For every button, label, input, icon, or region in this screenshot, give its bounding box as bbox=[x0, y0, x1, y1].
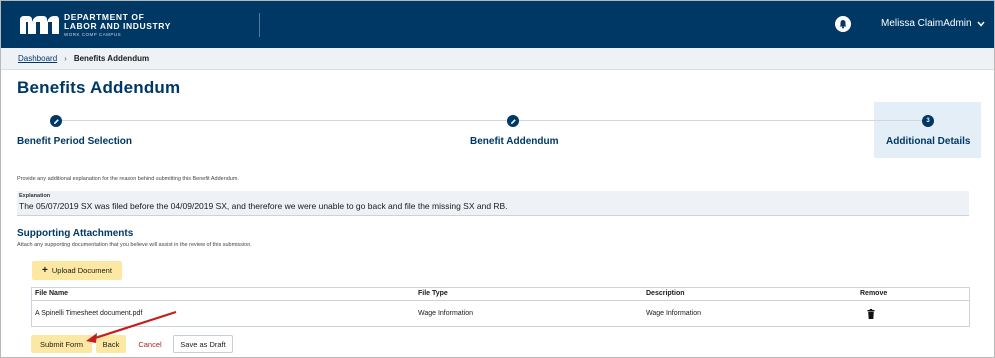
step-number-badge: 3 bbox=[922, 115, 934, 127]
header-divider bbox=[259, 13, 260, 37]
breadcrumb-current: Benefits Addendum bbox=[73, 54, 150, 63]
breadcrumb: Dashboard › Benefits Addendum bbox=[1, 48, 994, 70]
table-header: File Name File Type Description Remove bbox=[32, 288, 969, 301]
logo-line-2: LABOR AND INDUSTRY bbox=[64, 21, 171, 32]
supporting-attachments-title: Supporting Attachments bbox=[17, 228, 134, 239]
attachments-table: File Name File Type Description Remove A… bbox=[31, 287, 970, 327]
current-step-highlight bbox=[874, 102, 981, 158]
step-benefit-addendum[interactable]: Benefit Addendum bbox=[470, 136, 559, 147]
user-menu[interactable]: Melissa ClaimAdmin bbox=[881, 18, 985, 29]
top-navigation-bar: DEPARTMENT OF LABOR AND INDUSTRY WORK CO… bbox=[1, 1, 994, 48]
logo-line-1: DEPARTMENT OF bbox=[64, 11, 145, 22]
save-as-draft-button[interactable]: Save as Draft bbox=[173, 335, 233, 353]
chevron-down-icon bbox=[977, 21, 985, 27]
column-header-file-type: File Type bbox=[418, 290, 448, 297]
cell-file-type: Wage Information bbox=[418, 310, 473, 317]
logo-line-3: WORK COMP CAMPUS bbox=[64, 31, 122, 37]
supporting-attachments-subtitle: Attach any supporting documentation that… bbox=[17, 242, 252, 248]
user-name: Melissa ClaimAdmin bbox=[881, 18, 972, 29]
step-additional-details: Additional Details bbox=[886, 136, 971, 147]
cell-description: Wage Information bbox=[646, 310, 701, 317]
column-header-remove: Remove bbox=[860, 290, 888, 297]
trash-icon[interactable] bbox=[867, 309, 875, 319]
column-header-description: Description bbox=[646, 290, 685, 297]
breadcrumb-dashboard-link[interactable]: Dashboard bbox=[18, 54, 57, 63]
cell-file-name: A Spinelli Timesheet document.pdf bbox=[35, 310, 143, 317]
bell-icon[interactable] bbox=[835, 16, 851, 32]
pencil-icon[interactable] bbox=[50, 115, 62, 127]
pencil-icon[interactable] bbox=[507, 115, 519, 127]
upload-document-label: Upload Document bbox=[51, 266, 112, 275]
explanation-field[interactable]: Explanation The 05/07/2019 SX was filed … bbox=[17, 191, 969, 216]
breadcrumb-separator: › bbox=[64, 54, 67, 63]
plus-icon: + bbox=[42, 265, 48, 276]
stepper-line bbox=[56, 120, 926, 121]
upload-document-button[interactable]: + Upload Document bbox=[32, 261, 122, 280]
progress-stepper: Benefit Period Selection Benefit Addendu… bbox=[0, 102, 995, 158]
column-header-file-name: File Name bbox=[35, 290, 69, 297]
page-title: Benefits Addendum bbox=[17, 78, 181, 97]
explanation-label: Explanation bbox=[19, 193, 51, 199]
instruction-text: Provide any additional explanation for t… bbox=[17, 176, 239, 182]
mn-logo-icon bbox=[20, 16, 59, 34]
dli-logo[interactable]: DEPARTMENT OF LABOR AND INDUSTRY WORK CO… bbox=[18, 10, 171, 40]
table-row: A Spinelli Timesheet document.pdf Wage I… bbox=[32, 301, 969, 327]
explanation-value: The 05/07/2019 SX was filed before the 0… bbox=[19, 201, 508, 211]
submit-form-button[interactable]: Submit Form bbox=[31, 335, 92, 353]
back-button[interactable]: Back bbox=[96, 335, 126, 353]
step-benefit-period-selection[interactable]: Benefit Period Selection bbox=[17, 136, 132, 147]
cancel-button[interactable]: Cancel bbox=[132, 335, 168, 353]
